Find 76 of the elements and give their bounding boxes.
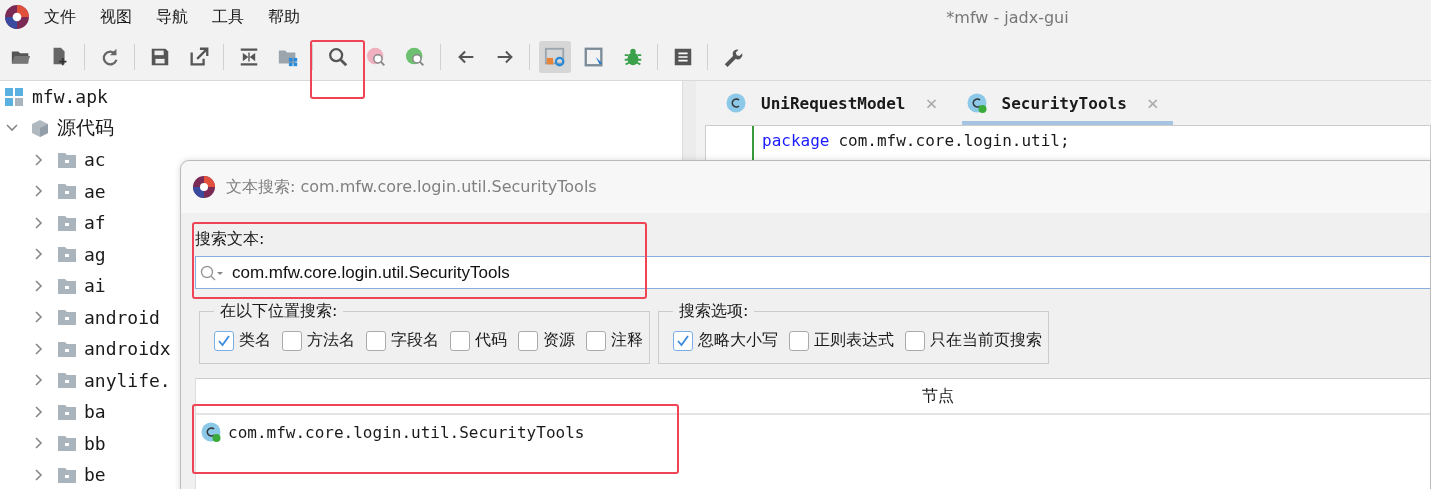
result-text: com.mfw.core.login.util.SecurityTools — [228, 422, 585, 442]
tree-item[interactable]: ae — [84, 180, 106, 202]
menu-item[interactable]: 视图 — [100, 4, 132, 30]
class-icon — [965, 92, 988, 114]
window-cursor-icon — [582, 46, 605, 68]
tree-item[interactable]: 源代码 — [57, 115, 114, 142]
checkbox-label: 类名 — [239, 330, 271, 351]
checkbox-label: 只在当前页搜索 — [930, 330, 1042, 351]
checkbox[interactable] — [214, 330, 234, 351]
toolbar-button[interactable] — [538, 41, 571, 73]
folder-icon — [57, 182, 77, 201]
tree-item[interactable]: android — [84, 306, 160, 328]
menu-item[interactable]: 工具 — [212, 4, 244, 30]
grid-icon — [5, 87, 25, 106]
checkbox-label: 忽略大小写 — [698, 330, 778, 351]
menu-item[interactable]: 帮助 — [268, 4, 300, 30]
class-search-icon — [365, 46, 388, 68]
tree-item[interactable]: ac — [84, 149, 106, 171]
tree-item[interactable]: anylife. — [84, 369, 171, 391]
menu-item[interactable]: 文件 — [44, 4, 76, 30]
menu-item[interactable]: 导航 — [156, 4, 188, 30]
checkbox-label: 字段名 — [391, 330, 439, 351]
folder-icon — [57, 213, 77, 232]
search-dropdown-icon — [199, 264, 225, 282]
checkbox-label: 方法名 — [307, 330, 355, 351]
tree-item[interactable]: af — [84, 212, 106, 234]
tree-item[interactable]: ba — [84, 401, 106, 423]
highlight-frame — [310, 40, 365, 99]
class-search-icon — [404, 46, 427, 68]
checkbox[interactable] — [673, 330, 693, 351]
editor-tab[interactable]: UniRequestModel × — [721, 81, 952, 125]
checkbox[interactable] — [282, 330, 302, 351]
group-title: 搜索选项: — [678, 301, 750, 322]
folder-icon — [57, 371, 77, 390]
class-icon — [725, 92, 747, 114]
folder-icon — [57, 276, 77, 295]
folder-icon — [57, 465, 77, 484]
folder-icon — [57, 308, 77, 327]
search-field[interactable]: com.mfw.core.login.util.SecurityTools — [195, 256, 1430, 289]
code-keyword: package — [762, 131, 830, 150]
tab-label: SecurityTools — [1001, 93, 1127, 113]
column-header: 节点 — [196, 379, 1430, 415]
checkbox[interactable] — [789, 330, 809, 351]
dialog-title: 文本搜索: com.mfw.core.login.util.SecurityTools — [226, 176, 597, 198]
folder-icon — [57, 339, 77, 358]
group-title: 在以下位置搜索: — [219, 301, 339, 322]
tab-label: UniRequestModel — [761, 93, 906, 113]
class-icon — [200, 421, 222, 443]
field-label: 搜索文本: — [195, 229, 266, 250]
search-icon — [326, 46, 349, 68]
checkbox-label: 正则表达式 — [814, 330, 894, 351]
code-text: com.mfw.core.login.util; — [838, 131, 1070, 150]
checkbox-label: 资源 — [543, 330, 575, 351]
checkbox-label: 注释 — [611, 330, 643, 351]
checkbox[interactable] — [905, 330, 925, 351]
app-logo-icon — [4, 4, 30, 30]
checkbox[interactable] — [586, 330, 606, 351]
window-lock-icon — [543, 46, 566, 68]
checkbox-label: 代码 — [475, 330, 507, 351]
tree-item[interactable]: androidx — [84, 338, 171, 360]
folder-icon — [57, 150, 77, 169]
app-logo-icon — [192, 175, 216, 199]
tree-item[interactable]: be — [84, 464, 106, 486]
cube-icon — [30, 119, 50, 138]
tree-item[interactable]: ag — [84, 243, 106, 265]
checkbox[interactable] — [450, 330, 470, 351]
folder-icon — [57, 245, 77, 264]
tree-item[interactable]: bb — [84, 432, 106, 454]
tree-item[interactable]: mfw.apk — [32, 86, 108, 108]
result-row[interactable]: com.mfw.core.login.util.SecurityTools — [196, 415, 1430, 449]
checkbox[interactable] — [518, 330, 538, 351]
tree-item[interactable]: ai — [84, 275, 106, 297]
folder-icon — [57, 402, 77, 421]
checkbox[interactable] — [366, 330, 386, 351]
folder-icon — [57, 434, 77, 453]
window-title: *mfw - jadx-gui — [945, 7, 1070, 27]
